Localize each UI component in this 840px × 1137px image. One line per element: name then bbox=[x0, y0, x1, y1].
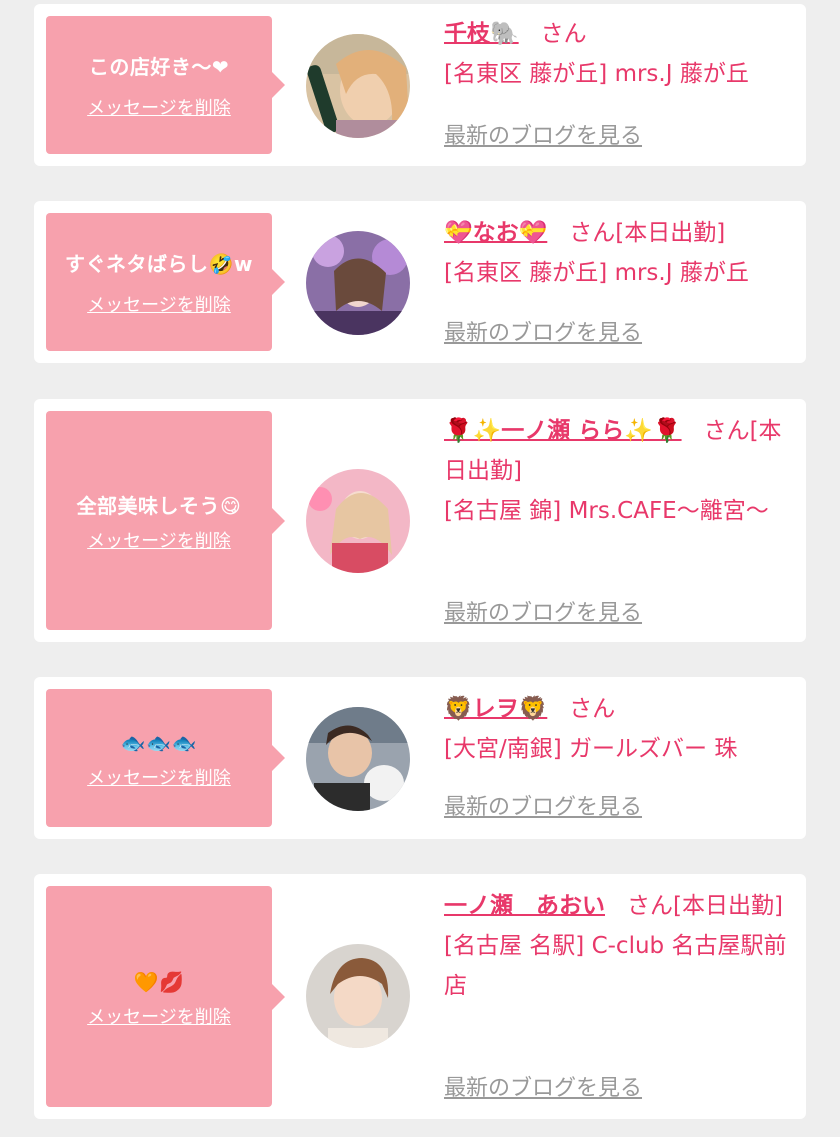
avatar[interactable] bbox=[306, 944, 410, 1048]
status-tag: [本日出勤] bbox=[673, 893, 783, 919]
delete-message-link[interactable]: メッセージを削除 bbox=[87, 94, 231, 120]
avatar[interactable] bbox=[306, 231, 410, 335]
delete-message-link[interactable]: メッセージを削除 bbox=[87, 291, 231, 317]
view-latest-blog-link[interactable]: 最新のブログを見る bbox=[444, 595, 642, 627]
cast-name-link[interactable]: 🌹✨一ノ瀬 らら✨🌹 bbox=[444, 418, 682, 444]
honorific: さん bbox=[569, 220, 616, 246]
message-text: 🧡💋 bbox=[133, 969, 185, 994]
avatar[interactable] bbox=[306, 469, 410, 573]
avatar-photo bbox=[306, 707, 410, 811]
delete-message-link[interactable]: メッセージを削除 bbox=[87, 764, 231, 790]
message-card: すぐネタばらし🤣w メッセージを削除 💝なお💝 さん[本日出勤] [名東区 藤が丘… bbox=[34, 201, 806, 363]
message-bubble: 全部美味しそう😋 メッセージを削除 bbox=[46, 411, 285, 630]
shop-name: [名古屋 名駅] C-club 名古屋駅前店 bbox=[444, 933, 787, 999]
message-card: 🧡💋 メッセージを削除 一ノ瀬 あおい さん[本日出勤] [名古屋 名駅] C-c… bbox=[34, 874, 806, 1119]
honorific: さん bbox=[703, 418, 750, 444]
message-card: この店好き〜❤ メッセージを削除 千枝🐘 さん [名東区 藤が丘] mrs.J 藤… bbox=[34, 4, 806, 166]
view-latest-blog-link[interactable]: 最新のブログを見る bbox=[444, 1070, 642, 1102]
message-bubble: すぐネタばらし🤣w メッセージを削除 bbox=[46, 213, 285, 351]
delete-message-link[interactable]: メッセージを削除 bbox=[87, 1003, 231, 1029]
view-latest-blog-link[interactable]: 最新のブログを見る bbox=[444, 789, 642, 821]
shop-name: [大宮/南銀] ガールズバー 珠 bbox=[444, 736, 738, 762]
honorific: さん bbox=[627, 893, 673, 919]
cast-name-link[interactable]: 🦁レヲ🦁 bbox=[444, 696, 547, 722]
cast-info: 💝なお💝 さん[本日出勤] [名東区 藤が丘] mrs.J 藤が丘 bbox=[444, 213, 794, 293]
shop-name: [名古屋 錦] Mrs.CAFE〜離宮〜 bbox=[444, 498, 769, 524]
delete-message-link[interactable]: メッセージを削除 bbox=[87, 527, 231, 553]
avatar-photo bbox=[306, 944, 410, 1048]
view-latest-blog-link[interactable]: 最新のブログを見る bbox=[444, 118, 642, 150]
view-latest-blog-link[interactable]: 最新のブログを見る bbox=[444, 315, 642, 347]
avatar[interactable] bbox=[306, 707, 410, 811]
cast-name-link[interactable]: 一ノ瀬 あおい bbox=[444, 893, 605, 919]
honorific: さん bbox=[569, 696, 616, 722]
shop-name: [名東区 藤が丘] mrs.J 藤が丘 bbox=[444, 260, 749, 286]
cast-info: 🦁レヲ🦁 さん [大宮/南銀] ガールズバー 珠 bbox=[444, 689, 794, 769]
avatar-photo bbox=[306, 469, 410, 573]
message-text: 全部美味しそう😋 bbox=[76, 493, 242, 518]
cast-name-link[interactable]: 千枝🐘 bbox=[444, 21, 519, 47]
message-bubble: 🧡💋 メッセージを削除 bbox=[46, 886, 285, 1107]
cast-name-link[interactable]: 💝なお💝 bbox=[444, 220, 547, 246]
cast-info: 🌹✨一ノ瀬 らら✨🌹 さん[本日出勤] [名古屋 錦] Mrs.CAFE〜離宮〜 bbox=[444, 411, 794, 531]
honorific: さん bbox=[540, 21, 587, 47]
message-card: 🐟🐟🐟 メッセージを削除 🦁レヲ🦁 さん [大宮/南銀] ガールズバー 珠 最新の… bbox=[34, 677, 806, 839]
message-text: この店好き〜❤ bbox=[88, 55, 230, 79]
cast-info: 千枝🐘 さん [名東区 藤が丘] mrs.J 藤が丘 bbox=[444, 14, 794, 94]
message-text: 🐟🐟🐟 bbox=[120, 731, 198, 755]
avatar-photo bbox=[306, 34, 410, 138]
avatar[interactable] bbox=[306, 34, 410, 138]
message-bubble: 🐟🐟🐟 メッセージを削除 bbox=[46, 689, 285, 827]
message-text: すぐネタばらし🤣w bbox=[65, 252, 253, 276]
avatar-photo bbox=[306, 231, 410, 335]
status-tag: [本日出勤] bbox=[615, 220, 726, 246]
favorite-message-list: この店好き〜❤ メッセージを削除 千枝🐘 さん [名東区 藤が丘] mrs.J 藤… bbox=[0, 0, 840, 1137]
message-card: 全部美味しそう😋 メッセージを削除 🌹✨一ノ瀬 らら✨🌹 さん[本日出勤] [名古… bbox=[34, 399, 806, 642]
shop-name: [名東区 藤が丘] mrs.J 藤が丘 bbox=[444, 61, 749, 87]
cast-info: 一ノ瀬 あおい さん[本日出勤] [名古屋 名駅] C-club 名古屋駅前店 bbox=[444, 886, 794, 1006]
message-bubble: この店好き〜❤ メッセージを削除 bbox=[46, 16, 285, 154]
